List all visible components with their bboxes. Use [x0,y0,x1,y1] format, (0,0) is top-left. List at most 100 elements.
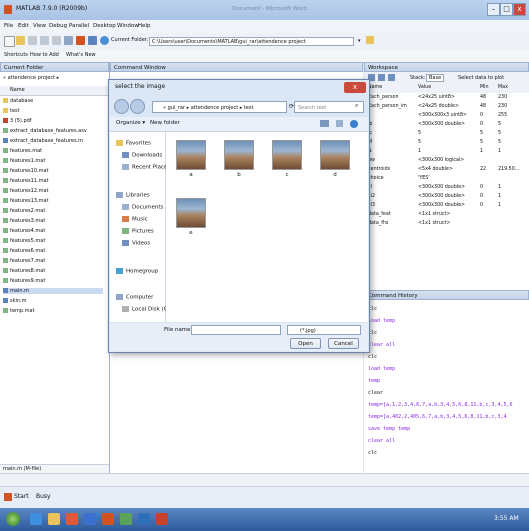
workspace-row[interactable]: data_fhs <1x1 struct> [364,220,529,229]
whats-new-link[interactable]: What's New [66,52,96,58]
nav-item[interactable]: Favorites [116,140,151,147]
file-item[interactable]: features4.mat [3,228,45,234]
app-icon[interactable] [138,513,150,525]
file-item[interactable]: features11.mat [3,178,49,184]
workspace-row[interactable]: M555 [364,139,529,148]
copy-icon[interactable] [40,36,49,45]
cancel-button[interactable]: Cancel [328,338,359,349]
close-button[interactable]: x [513,3,526,16]
file-item[interactable]: test [3,108,20,114]
nav-item[interactable]: Homegroup [116,268,158,275]
dialog-close-button[interactable]: x [344,82,366,93]
file-item[interactable]: features8.mat [3,268,45,274]
file-item[interactable]: features10.mat [3,168,49,174]
workspace-row[interactable]: centroids <5x4 double> 22 219.50... [364,166,529,175]
organize-button[interactable]: Organize ▾ [116,120,145,126]
workspace-row[interactable]: N111 [364,148,529,157]
image-thumbnail[interactable]: b [224,140,254,178]
nav-item[interactable]: Computer [116,294,153,301]
workspace-row[interactable]: Ic 5 5 5 [364,130,529,139]
view-icon[interactable] [320,120,329,127]
image-thumbnail[interactable]: d [320,140,350,178]
workspace-row[interactable]: choice 'YES' [364,175,529,184]
word-icon[interactable] [84,513,96,525]
file-item[interactable]: features5.mat [3,238,45,244]
menu-desktop[interactable]: Desktop [93,23,116,29]
guide-icon[interactable] [88,36,97,45]
file-item[interactable]: temp.mat [3,308,35,314]
image-thumbnail[interactable]: e [176,198,206,236]
history-line[interactable]: load temp [368,366,395,372]
help-icon[interactable] [350,120,358,128]
workspace-row[interactable]: Each_person_im <24x25 double> 48 230 [364,103,529,112]
forward-button[interactable] [130,99,145,114]
history-line[interactable]: temp=[a,402,2,405,6,7,a,b,3,4,5,6,8,11,b… [368,414,506,420]
stack-select[interactable]: Base [426,74,445,82]
nav-item[interactable]: Videos [122,240,150,247]
workspace-row[interactable]: cl3 <300x300 double> 0 1 [364,202,529,211]
nav-item[interactable]: Recent Places [122,164,170,171]
history-line[interactable]: temp=[a,1,2,3,4,6,7,a,b,3,4,5,6,8,11,b,c… [368,402,513,408]
browse-folder-icon[interactable] [366,36,374,44]
image-thumbnail[interactable]: c [272,140,302,178]
file-item[interactable]: features13.mat [3,198,49,204]
image-thumbnail[interactable]: a [176,140,206,178]
history-line[interactable]: clc [368,450,377,456]
minimize-button[interactable]: – [487,3,500,16]
menu-edit[interactable]: Edit [18,23,29,29]
address-bar[interactable]: « gui_rar ▸ attendence project ▸ test [152,101,287,113]
history-line[interactable]: clear all [368,438,395,444]
open-button[interactable]: Open [290,338,321,349]
simulink-icon[interactable] [76,36,85,45]
cut-icon[interactable] [28,36,37,45]
media-icon[interactable] [66,513,78,525]
ie-icon[interactable] [30,513,42,525]
start-button[interactable]: Start [14,493,29,500]
current-folder-path[interactable]: « attendence project ▸ [3,75,59,81]
workspace-column-header[interactable]: Name Value Min Max [364,84,529,93]
workspace-row[interactable]: cl<300x300 double>01 [364,184,529,193]
nav-item[interactable]: Local Disk (C:) [122,306,172,313]
nav-item[interactable]: Downloads [122,152,162,159]
open-folder-icon[interactable] [16,36,25,45]
nav-item[interactable]: Libraries [116,192,150,199]
file-name-input[interactable] [191,325,281,335]
workspace-row[interactable]: data_feat <1x1 struct> [364,211,529,220]
new-file-icon[interactable] [4,36,15,47]
workspace-row[interactable]: Each_person <24x25 uint8> 48 230 [364,94,529,103]
history-line[interactable]: load temp [368,318,395,324]
menu-help[interactable]: Help [138,23,151,29]
menu-file[interactable]: File [4,23,13,29]
file-item[interactable]: extract_database_features.m [3,138,83,144]
current-folder-input[interactable]: C:\Users\user\Documents\MATLAB\gui_rar\a… [149,37,354,46]
column-header[interactable]: Name [0,86,109,96]
search-input[interactable]: Search test [294,101,364,113]
menu-window[interactable]: Window [117,23,139,29]
file-item[interactable]: database [3,98,33,104]
undo-icon[interactable] [64,36,73,45]
file-item[interactable]: features.mat [3,148,42,154]
file-item[interactable]: features12.mat [3,188,49,194]
paste-icon[interactable] [52,36,61,45]
file-item[interactable]: extract_database_features.asv [3,128,87,134]
workspace-row[interactable]: cl2 <300x300 double> 0 1 [364,193,529,202]
history-line[interactable]: clear [368,390,383,396]
history-line[interactable]: clear all [368,342,395,348]
file-item[interactable]: skin.m [3,298,27,304]
history-line[interactable]: temp [368,378,380,384]
windows-start-icon[interactable] [6,512,20,526]
app-icon[interactable] [156,513,168,525]
save-workspace-icon[interactable] [388,74,395,81]
explorer-icon[interactable] [48,513,60,525]
nav-item[interactable]: Documents [122,204,163,211]
file-item[interactable]: main.m [3,288,103,294]
file-item[interactable]: features7.mat [3,258,45,264]
workspace-row[interactable]: Ib <300x300 double> 0 5 [364,121,529,130]
history-line[interactable]: save temp temp [368,426,410,432]
file-item[interactable]: features2.mat [3,208,45,214]
file-item[interactable]: features3.mat [3,218,45,224]
maximize-button[interactable]: □ [500,3,513,16]
dropdown-arrow-icon[interactable]: ▾ [358,38,361,44]
help-icon[interactable] [100,36,109,45]
menu-view[interactable]: View [33,23,46,29]
